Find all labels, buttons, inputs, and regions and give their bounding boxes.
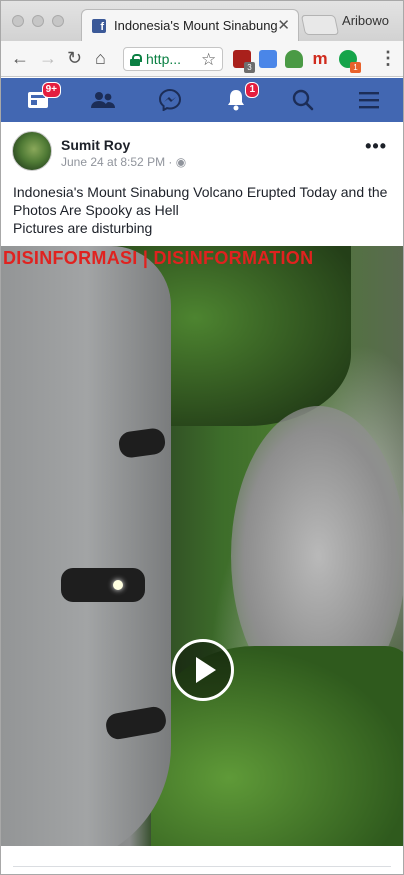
grammarly-extension-icon[interactable]: 1 — [339, 50, 361, 73]
post-text: Indonesia's Mount Sinabung Volcano Erupt… — [13, 183, 393, 237]
post-meta: June 24 at 8:52 PM · ◉ — [61, 155, 186, 169]
maximize-window-button[interactable] — [52, 15, 64, 27]
download-extension-icon[interactable] — [285, 50, 303, 68]
post-timestamp[interactable]: June 24 at 8:52 PM — [61, 155, 165, 169]
post-divider — [13, 866, 391, 867]
play-button[interactable] — [172, 639, 234, 701]
author-avatar[interactable] — [12, 131, 52, 171]
globe-icon: ◉ — [175, 155, 187, 169]
home-icon[interactable]: ⌂ — [95, 49, 106, 67]
url-text: http... — [146, 51, 182, 67]
friends-icon[interactable] — [90, 88, 116, 112]
new-tab-button[interactable] — [300, 15, 340, 35]
notifications-badge: 1 — [245, 82, 259, 98]
ublock-extension-icon[interactable]: 3 — [233, 50, 255, 73]
browser-window: f Indonesia's Mount Sinabung ✕ Aribowo ←… — [0, 0, 404, 875]
video-headlight — [113, 580, 123, 590]
hamburger-menu-icon[interactable] — [356, 88, 382, 112]
translate-extension-icon[interactable] — [259, 50, 277, 68]
news-feed-badge: 9+ — [41, 82, 61, 98]
tab-bar: f Indonesia's Mount Sinabung ✕ Aribowo — [1, 1, 403, 41]
disinformation-stamp: DISINFORMASI | DISINFORMATION — [3, 248, 314, 268]
close-window-button[interactable] — [12, 15, 24, 27]
more-options-icon[interactable]: ••• — [365, 136, 387, 157]
tab-close-icon[interactable]: ✕ — [277, 16, 290, 34]
grammarly-badge: 1 — [350, 62, 361, 73]
author-name[interactable]: Sumit Roy — [61, 137, 130, 153]
tab-title: Indonesia's Mount Sinabung — [114, 18, 278, 33]
forward-arrow-icon[interactable]: → — [39, 49, 57, 67]
lock-icon — [130, 53, 142, 66]
minimize-window-button[interactable] — [32, 15, 44, 27]
facebook-favicon-icon: f — [92, 18, 106, 33]
notifications-bell-icon[interactable]: 1 — [223, 82, 259, 112]
browser-menu-icon[interactable]: ⋮ — [379, 49, 397, 67]
play-icon — [196, 657, 216, 683]
meta-separator: · — [168, 155, 173, 169]
video-road — [1, 246, 171, 846]
messenger-icon[interactable] — [157, 88, 183, 112]
post-card: Sumit Roy June 24 at 8:52 PM · ◉ ••• Ind… — [1, 122, 403, 874]
bookmark-star-icon[interactable]: ☆ — [201, 50, 216, 70]
ublock-badge: 3 — [244, 62, 255, 73]
browser-toolbar: ← → ↻ ⌂ http... ☆ 3 m 1 ⋮ — [1, 41, 403, 77]
post-text-subline: Pictures are disturbing — [13, 220, 153, 236]
search-icon[interactable] — [290, 88, 316, 112]
browser-tab[interactable]: f Indonesia's Mount Sinabung ✕ — [81, 9, 299, 41]
post-text-headline: Indonesia's Mount Sinabung Volcano Erupt… — [13, 184, 388, 218]
news-feed-icon[interactable]: 9+ — [25, 82, 61, 112]
mendeley-extension-icon[interactable]: m — [311, 50, 329, 68]
video-motorbike — [61, 568, 145, 602]
reload-icon[interactable]: ↻ — [67, 49, 82, 67]
facebook-nav-bar: 9+ 1 — [1, 78, 403, 122]
profile-name[interactable]: Aribowo — [342, 13, 389, 28]
page-content: Sumit Roy June 24 at 8:52 PM · ◉ ••• Ind… — [1, 122, 403, 874]
back-arrow-icon[interactable]: ← — [11, 49, 29, 67]
video-player[interactable]: DISINFORMASI | DISINFORMATION — [1, 246, 403, 846]
